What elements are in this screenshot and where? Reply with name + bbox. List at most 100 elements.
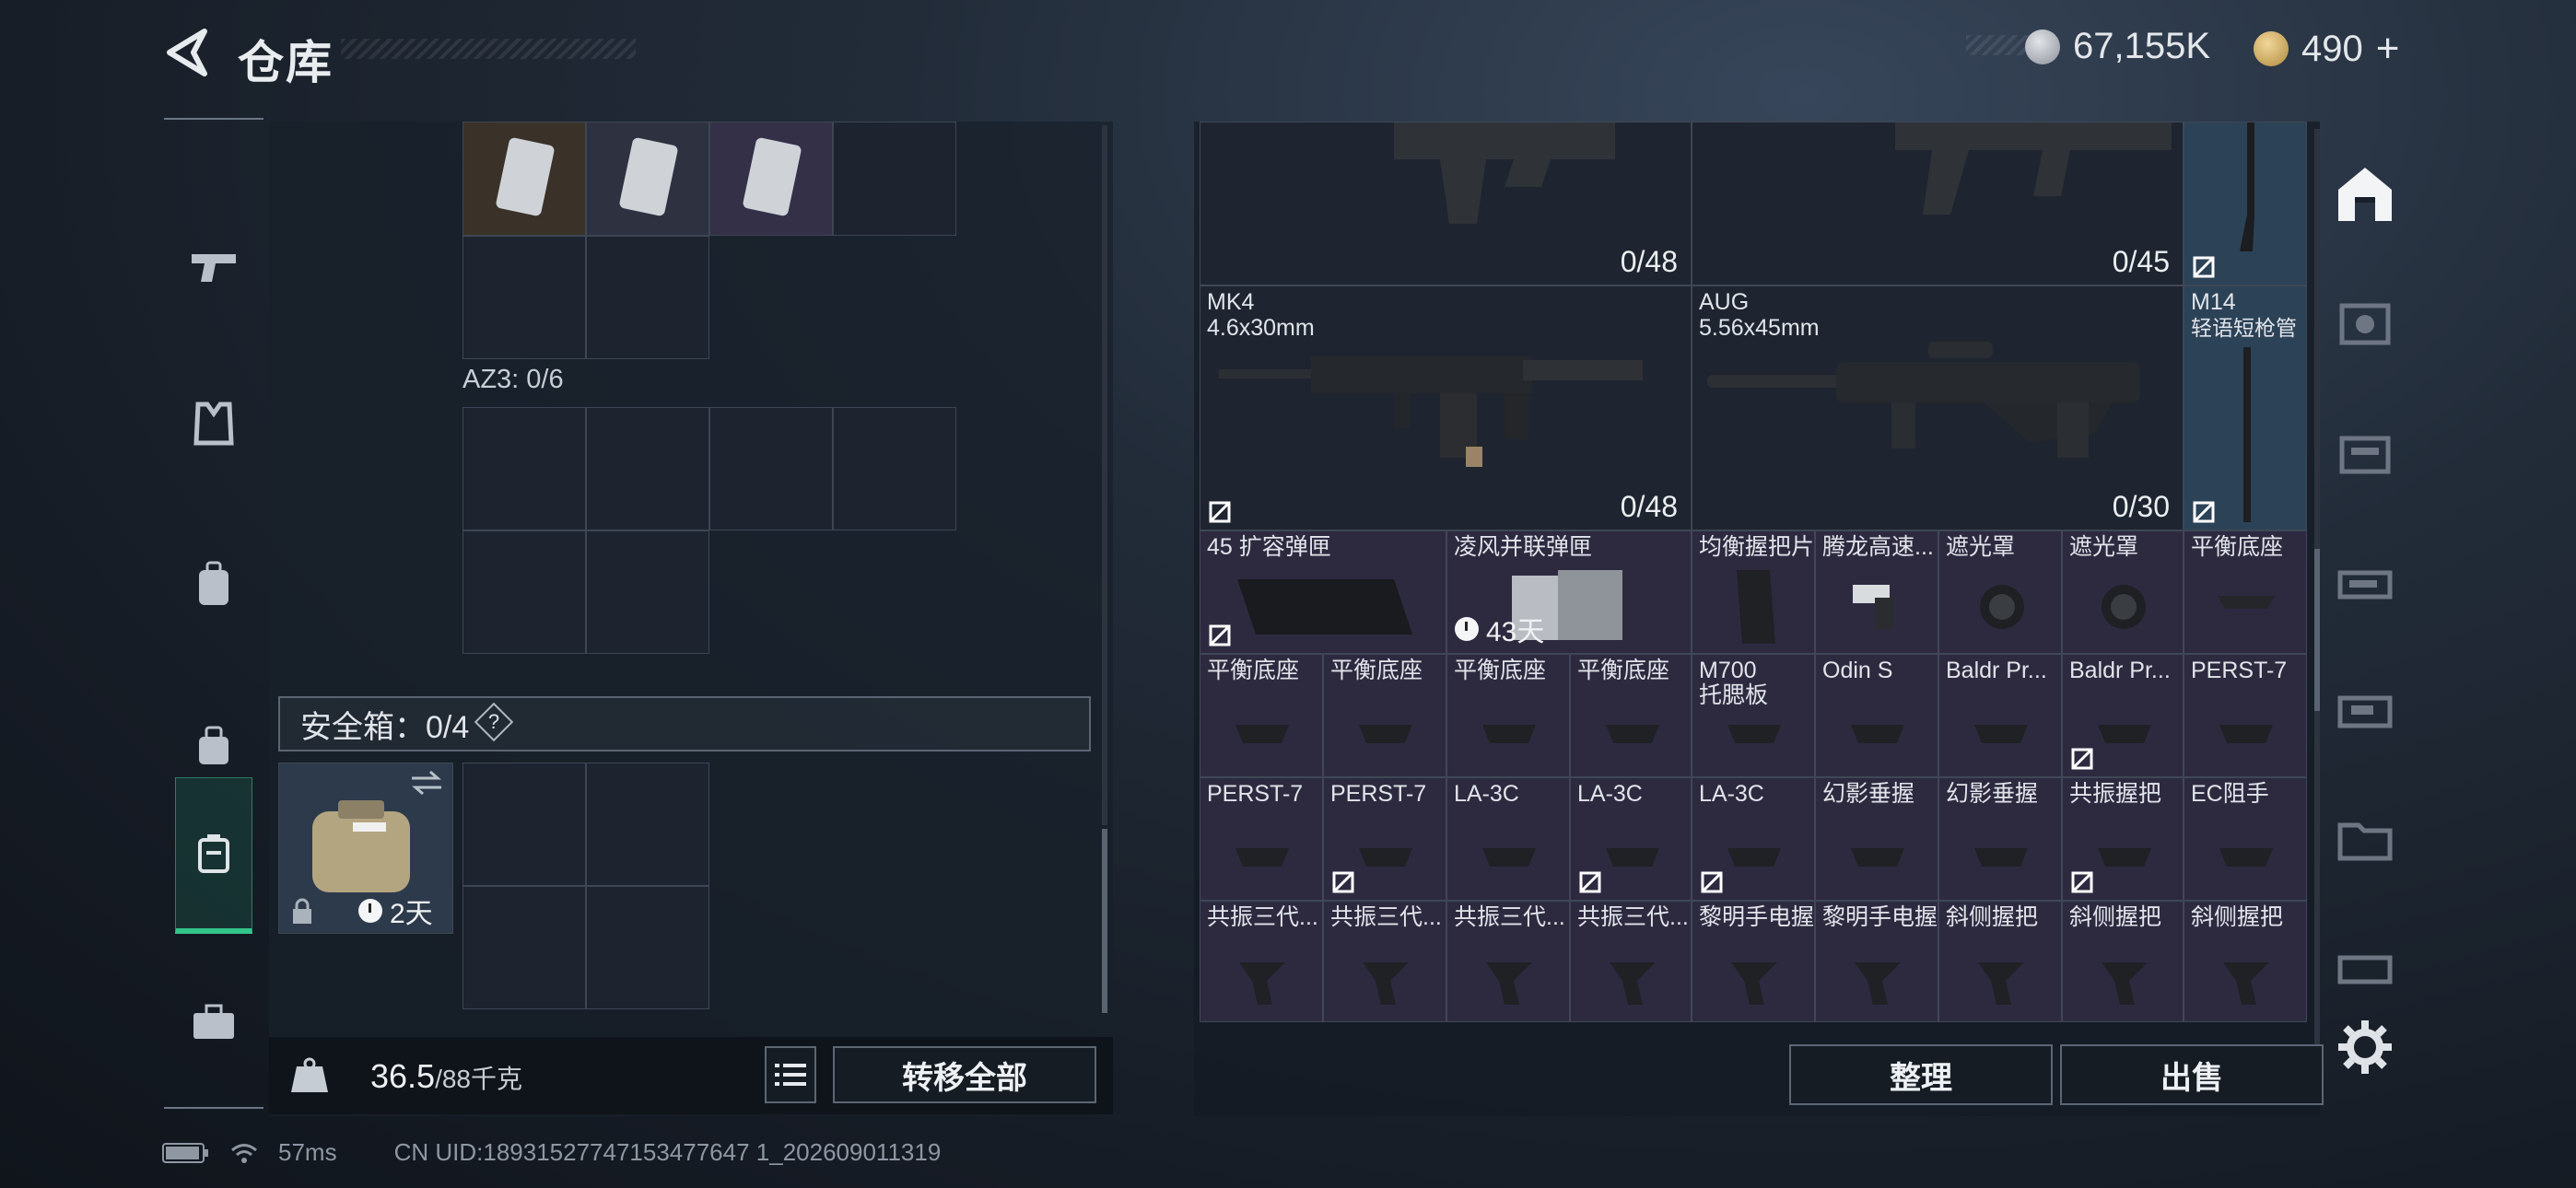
storage-tab-iv2-icon[interactable] xyxy=(2333,807,2397,871)
briefcase-icon xyxy=(193,1004,234,1039)
item-slot[interactable]: 斜侧握把 xyxy=(2062,901,2184,1022)
item-slot[interactable]: 共振握把 xyxy=(2062,777,2184,901)
item-slot[interactable]: 黎明手电握 xyxy=(1815,901,1938,1022)
nav-case[interactable] xyxy=(164,967,263,1077)
item-slot[interactable]: LA-3C xyxy=(1692,777,1815,901)
item-slot[interactable]: 斜侧握把 xyxy=(2184,901,2307,1022)
az3-slot[interactable] xyxy=(833,407,956,530)
gun-slot-mk4[interactable]: MK4 4.6x30mm 0/48 xyxy=(1200,285,1692,530)
item-slot[interactable]: 平衡底座 xyxy=(1446,654,1570,777)
inventory-slot[interactable] xyxy=(709,122,833,236)
warehouse-tab-icon[interactable] xyxy=(2333,162,2397,227)
gun-slot-aug[interactable]: AUG 5.56x45mm 0/30 xyxy=(1692,285,2184,530)
safebox-slot[interactable] xyxy=(463,886,586,1009)
item-slot[interactable]: M700 托腮板 xyxy=(1692,654,1815,777)
not-equippable-icon xyxy=(2071,871,2093,893)
item-slot[interactable]: 共振三代... xyxy=(1323,901,1446,1022)
az3-slot[interactable] xyxy=(709,407,833,530)
item-slot[interactable]: Baldr Pr... xyxy=(2062,654,2184,777)
item-slot[interactable]: Odin S xyxy=(1815,654,1938,777)
item-slot[interactable]: 45 扩容弹匣 xyxy=(1200,530,1446,654)
item-slot[interactable]: PERST-7 xyxy=(2184,654,2307,777)
attachment-icon xyxy=(1978,962,2024,1005)
item-slot[interactable]: 幻影垂握 xyxy=(1938,777,2062,901)
settings-gear-icon[interactable] xyxy=(2333,1015,2397,1079)
back-arrow-icon[interactable] xyxy=(164,28,210,77)
item-slot[interactable]: 遮光罩 xyxy=(2062,530,2184,654)
item-slot[interactable]: 共振三代... xyxy=(1446,901,1570,1022)
item-slot[interactable]: 幻影垂握 xyxy=(1815,777,1938,901)
battery-icon xyxy=(162,1142,208,1163)
safebox-icon xyxy=(198,833,229,873)
gun-slot-selected[interactable] xyxy=(2184,122,2307,285)
az3-slot[interactable] xyxy=(586,407,709,530)
storage-tab-iv-icon[interactable] xyxy=(2333,678,2397,742)
nav-armor[interactable] xyxy=(164,368,263,479)
inventory-slot[interactable] xyxy=(586,122,709,236)
not-equippable-icon xyxy=(1332,871,1354,893)
sort-button[interactable]: 整理 xyxy=(1789,1044,2053,1105)
nav-weapons[interactable] xyxy=(164,212,263,322)
attachment-icon xyxy=(1606,725,1659,743)
inventory-slot[interactable] xyxy=(463,122,586,236)
lens-hood-icon xyxy=(2102,585,2146,629)
clock-icon xyxy=(358,899,382,923)
az3-slot[interactable] xyxy=(463,530,586,654)
storage-tab-gti-icon[interactable] xyxy=(2333,420,2397,484)
item-slot[interactable]: 共振三代... xyxy=(1570,901,1692,1022)
gold-amount: 490 xyxy=(2301,28,2363,69)
safebox-slot[interactable] xyxy=(586,886,709,1009)
safebox-slot[interactable] xyxy=(463,763,586,886)
az3-slot[interactable] xyxy=(586,530,709,654)
item-slot[interactable]: LA-3C xyxy=(1446,777,1570,901)
item-slot[interactable]: LA-3C xyxy=(1570,777,1692,901)
item-slot[interactable]: EC阻手 xyxy=(2184,777,2307,901)
add-gold-button[interactable]: + xyxy=(2376,26,2400,72)
item-slot[interactable]: 均衡握把片 xyxy=(1692,530,1815,654)
item-slot[interactable]: 斜侧握把 xyxy=(1938,901,2062,1022)
item-slot[interactable]: 腾龙高速... xyxy=(1815,530,1938,654)
lock-icon xyxy=(293,898,311,924)
item-name: 黎明手电握 xyxy=(1822,904,1938,930)
item-slot[interactable]: 平衡底座 xyxy=(2184,530,2307,654)
storage-tab-v-icon[interactable] xyxy=(2333,291,2397,355)
gun-slot[interactable]: 0/45 xyxy=(1692,122,2184,285)
inventory-slot[interactable] xyxy=(463,236,586,359)
list-view-button[interactable] xyxy=(765,1046,816,1103)
item-slot[interactable]: 平衡底座 xyxy=(1323,654,1446,777)
inventory-slot[interactable] xyxy=(586,236,709,359)
item-slot[interactable]: 凌风并联弹匣 43天 xyxy=(1446,530,1692,654)
attachment-icon xyxy=(1359,725,1412,743)
item-slot[interactable]: 黎明手电握 xyxy=(1692,901,1815,1022)
gun-slot[interactable]: 0/48 xyxy=(1200,122,1692,285)
storage-tab-gti2-icon[interactable] xyxy=(2333,549,2397,613)
swap-icon[interactable] xyxy=(408,769,445,797)
item-slot[interactable]: 平衡底座 xyxy=(1200,654,1323,777)
safebox-header: 安全箱：0/4 ? xyxy=(278,696,1091,751)
storage-tab-iv3-icon[interactable] xyxy=(2333,936,2397,1000)
transfer-all-button[interactable]: 转移全部 xyxy=(833,1046,1096,1103)
inventory-slot[interactable] xyxy=(833,122,956,236)
az3-slot[interactable] xyxy=(463,407,586,530)
ammo-count: 0/48 xyxy=(1620,490,1678,523)
item-name: PERST-7 xyxy=(2191,658,2288,683)
item-slot[interactable]: 遮光罩 xyxy=(1938,530,2062,654)
nav-backpack[interactable] xyxy=(164,530,263,640)
item-slot[interactable]: PERST-7 xyxy=(1200,777,1323,901)
safebox-slot[interactable] xyxy=(586,763,709,886)
attachment-icon xyxy=(1610,962,1656,1005)
sell-button[interactable]: 出售 xyxy=(2060,1044,2324,1105)
item-slot[interactable]: Baldr Pr... xyxy=(1938,654,2062,777)
gun-slot-m14[interactable]: M14 轻语短枪管 xyxy=(2184,285,2307,530)
gold-currency[interactable]: 490 + xyxy=(2254,26,2399,72)
safebox-item[interactable]: 2天 xyxy=(278,763,453,934)
item-slot[interactable]: PERST-7 xyxy=(1323,777,1446,901)
not-equippable-icon xyxy=(2071,748,2093,770)
help-icon[interactable]: ? xyxy=(474,702,514,742)
item-name: 幻影垂握 xyxy=(1946,781,2039,807)
left-scrollbar[interactable] xyxy=(1102,829,1107,1013)
safebox-label: 安全箱：0/4 xyxy=(300,709,470,745)
item-slot[interactable]: 平衡底座 xyxy=(1570,654,1692,777)
item-slot[interactable]: 共振三代... xyxy=(1200,901,1323,1022)
nav-safebox[interactable] xyxy=(175,777,252,934)
